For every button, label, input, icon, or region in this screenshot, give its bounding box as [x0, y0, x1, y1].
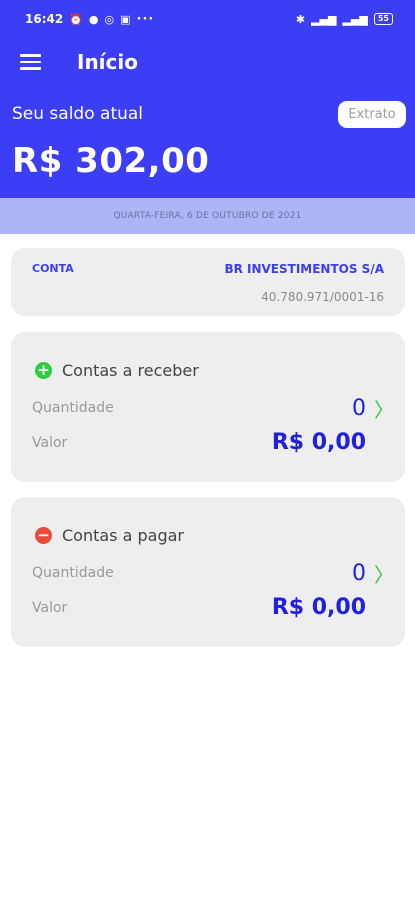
status-right: ✱ ▂▄▆ ▂▄▆ 55 [296, 13, 393, 25]
alarm-icon: ⏰ [69, 12, 83, 26]
chevron-right-icon[interactable]: 〉 [374, 394, 394, 423]
notes-icon: ▣ [120, 12, 131, 26]
minus-circle-icon: − [35, 527, 52, 544]
payables-title: Contas a pagar [62, 526, 184, 545]
status-left: 16:42 ⏰ ● ◎ ▣ ··· [25, 12, 154, 27]
payables-qty-label: Quantidade [32, 565, 114, 581]
header: 16:42 ⏰ ● ◎ ▣ ··· ✱ ▂▄▆ ▂▄▆ 55 Início Se… [0, 0, 415, 198]
payables-qty-value: 0 [352, 561, 366, 586]
account-card: CONTA BR INVESTIMENTOS S/A 40.780.971/00… [11, 248, 405, 316]
date-strip: QUARTA-FEIRA, 6 DE OUTUBRO DE 2021 [0, 198, 415, 234]
menu-icon[interactable] [20, 54, 41, 70]
signal-icon: ▂▄▆ [311, 12, 337, 26]
account-label: CONTA [32, 262, 74, 275]
page-title: Início [77, 50, 138, 74]
app-bar: Início [0, 40, 415, 84]
payables-value-label: Valor [32, 600, 68, 616]
account-company: BR INVESTIMENTOS S/A [224, 262, 384, 276]
payables-value: R$ 0,00 [271, 595, 366, 620]
receivables-card[interactable]: + Contas a receber Quantidade 0 〉 Valor … [11, 332, 405, 482]
account-cnpj: 40.780.971/0001-16 [261, 290, 384, 304]
messenger-icon: ● [88, 12, 99, 26]
status-time: 16:42 [25, 12, 64, 26]
whatsapp-icon: ◎ [104, 12, 115, 26]
receivables-qty-label: Quantidade [32, 400, 114, 416]
status-bar: 16:42 ⏰ ● ◎ ▣ ··· ✱ ▂▄▆ ▂▄▆ 55 [0, 0, 415, 38]
balance-label: Seu saldo atual [12, 104, 144, 124]
receivables-value-label: Valor [32, 435, 68, 451]
wifi-signal-icon: ▂▄▆ [342, 12, 368, 26]
plus-circle-icon: + [35, 362, 52, 379]
receivables-title: Contas a receber [62, 361, 199, 380]
extrato-button[interactable]: Extrato [338, 101, 406, 128]
battery-icon: 55 [373, 13, 393, 25]
balance-value: R$ 302,00 [12, 141, 210, 181]
more-notifications-icon: ··· [136, 11, 155, 27]
bluetooth-icon: ✱ [295, 12, 306, 26]
payables-card[interactable]: − Contas a pagar Quantidade 0 〉 Valor R$… [11, 497, 405, 647]
receivables-value: R$ 0,00 [271, 430, 366, 455]
chevron-right-icon[interactable]: 〉 [374, 559, 394, 588]
receivables-qty-value: 0 [352, 396, 366, 421]
